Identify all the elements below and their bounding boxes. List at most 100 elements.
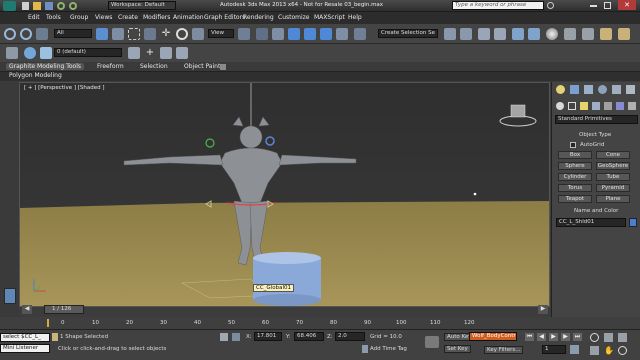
render-setup-icon[interactable] xyxy=(564,28,576,40)
snaps-toggle-icon[interactable] xyxy=(288,28,300,40)
pyramid-button[interactable]: Pyramid xyxy=(596,184,630,192)
shapes-category-icon[interactable] xyxy=(568,102,576,110)
tab-graphite-modeling-tools[interactable]: Graphite Modeling Tools xyxy=(6,63,85,70)
tube-button[interactable]: Tube xyxy=(596,173,630,181)
select-in-layer-icon[interactable] xyxy=(160,47,172,59)
rectangular-selection-icon[interactable] xyxy=(128,28,140,40)
cameras-category-icon[interactable] xyxy=(592,102,600,110)
spacewarps-category-icon[interactable] xyxy=(616,102,624,110)
window-crossing-icon[interactable] xyxy=(144,28,156,40)
create-layer-icon[interactable] xyxy=(128,47,140,59)
panel-polygon-modeling[interactable]: Polygon Modeling xyxy=(9,72,62,79)
material-editor-icon[interactable] xyxy=(546,28,558,40)
add-time-tag[interactable]: Add Time Tag xyxy=(370,346,407,352)
plane-button[interactable]: Plane xyxy=(596,195,630,203)
pivot-center-icon[interactable] xyxy=(238,28,250,40)
zoom-extents-icon[interactable] xyxy=(618,333,627,342)
render-iterative-icon[interactable] xyxy=(618,28,630,40)
object-color-swatch[interactable] xyxy=(629,218,637,227)
tab-selection[interactable]: Selection xyxy=(140,63,168,70)
primitive-category-dropdown[interactable]: Standard Primitives xyxy=(555,115,638,124)
time-configuration-icon[interactable] xyxy=(570,345,579,354)
create-tab-icon[interactable] xyxy=(556,85,565,94)
cylinder-button[interactable]: Cylinder xyxy=(558,173,592,181)
key-icon[interactable] xyxy=(425,336,439,348)
menu-animation[interactable]: Animation xyxy=(173,14,204,21)
sphere-button[interactable]: Sphere xyxy=(558,162,592,170)
schematic-view-icon[interactable] xyxy=(528,28,540,40)
geosphere-button[interactable]: GeoSphere xyxy=(596,162,630,170)
rendered-frame-window-icon[interactable] xyxy=(582,28,594,40)
select-and-move-icon[interactable]: ✛ xyxy=(160,28,172,40)
key-selection-dropdown[interactable]: Wolf_BodyControl xyxy=(469,332,517,341)
align-icon[interactable] xyxy=(460,28,472,40)
absolute-mode-icon[interactable] xyxy=(232,333,240,341)
name-and-color-header[interactable]: Name and Color xyxy=(574,208,618,214)
modify-tab-icon[interactable] xyxy=(570,85,579,94)
window-minimize-icon[interactable] xyxy=(590,5,597,7)
search-input[interactable]: Type a keyword or phrase xyxy=(452,1,544,10)
time-slider-prev-icon[interactable]: ◀ xyxy=(22,305,32,314)
undo-icon[interactable] xyxy=(4,28,16,40)
object-type-header[interactable]: Object Type xyxy=(579,132,611,138)
play-icon[interactable]: ▶ xyxy=(549,333,558,341)
perspective-viewport[interactable]: [ + ] [Perspective ] [Shaded ] CC_Global… xyxy=(19,82,550,307)
systems-category-icon[interactable] xyxy=(628,102,636,110)
teapot-button[interactable]: Teapot xyxy=(558,195,592,203)
next-frame-icon[interactable]: ▶ xyxy=(561,333,570,341)
object-name-input[interactable]: CC_L_Shld01 xyxy=(556,218,626,227)
zoom-all-icon[interactable] xyxy=(604,333,613,342)
select-and-scale-icon[interactable] xyxy=(192,28,204,40)
layer-visibility-icon[interactable] xyxy=(24,47,36,59)
layer-freeze-icon[interactable] xyxy=(40,47,52,59)
zoom-icon[interactable] xyxy=(590,333,599,342)
tab-freeform[interactable]: Freeform xyxy=(97,63,124,70)
time-tag-icon[interactable] xyxy=(362,345,368,353)
ribbon-collapse-icon[interactable] xyxy=(220,64,226,70)
menu-views[interactable]: Views xyxy=(95,14,112,21)
x-coordinate-input[interactable]: 17.801 xyxy=(254,332,282,341)
torus-button[interactable]: Torus xyxy=(558,184,592,192)
layer-settings-icon[interactable] xyxy=(6,47,18,59)
orbit-icon[interactable] xyxy=(618,346,627,355)
geometry-category-icon[interactable] xyxy=(556,102,564,110)
named-selection-dropdown[interactable]: Create Selection Se xyxy=(378,29,438,38)
layer-dropdown[interactable]: 0 (default) xyxy=(54,48,122,57)
select-and-rotate-icon[interactable] xyxy=(176,28,188,40)
selection-lock-icon[interactable] xyxy=(52,333,58,341)
mini-listener[interactable]: Mini Listener xyxy=(0,344,50,353)
z-coordinate-input[interactable]: 2.0 xyxy=(335,332,365,341)
menu-modifiers[interactable]: Modifiers xyxy=(143,14,170,21)
quick-access-open-icon[interactable] xyxy=(33,2,41,10)
timeline[interactable]: 1 / 126 ◀ ▶ 0 10 20 30 40 50 60 70 80 90… xyxy=(0,305,640,329)
cone-button[interactable]: Cone xyxy=(596,151,630,159)
add-to-layer-icon[interactable]: + xyxy=(144,47,156,59)
viewport-layout-tab-icon[interactable] xyxy=(4,288,16,304)
current-frame-input[interactable]: 1 xyxy=(542,345,566,354)
quick-access-undo-icon[interactable] xyxy=(57,2,65,10)
menu-rendering[interactable]: Rendering xyxy=(243,14,274,21)
y-coordinate-input[interactable]: 68.406 xyxy=(294,332,324,341)
menu-graph-editors[interactable]: Graph Editors xyxy=(204,14,245,21)
reference-coordinate-dropdown[interactable]: View xyxy=(208,29,234,38)
select-object-icon[interactable] xyxy=(96,28,108,40)
graphite-toggle-icon[interactable] xyxy=(494,28,506,40)
keyboard-shortcut-icon[interactable] xyxy=(272,28,284,40)
maxscript-listener-input[interactable]: select $CC_L_ xyxy=(0,333,50,342)
window-maximize-icon[interactable] xyxy=(604,2,611,9)
menu-create[interactable]: Create xyxy=(118,14,138,21)
search-icon[interactable] xyxy=(547,2,554,9)
quick-access-redo-icon[interactable] xyxy=(69,2,77,10)
menu-help[interactable]: Help xyxy=(348,14,362,21)
mirror-icon[interactable] xyxy=(444,28,456,40)
select-by-name-icon[interactable] xyxy=(112,28,124,40)
menu-customize[interactable]: Customize xyxy=(278,14,310,21)
hierarchy-tab-icon[interactable] xyxy=(584,85,593,94)
app-logo-icon[interactable] xyxy=(3,1,16,11)
tab-object-paint[interactable]: Object Paint xyxy=(184,63,220,70)
display-tab-icon[interactable] xyxy=(612,85,621,94)
autogrid-checkbox[interactable] xyxy=(570,142,576,148)
window-close-icon[interactable]: ✕ xyxy=(618,0,636,10)
spinner-snap-icon[interactable] xyxy=(336,28,348,40)
render-production-icon[interactable] xyxy=(600,28,612,40)
